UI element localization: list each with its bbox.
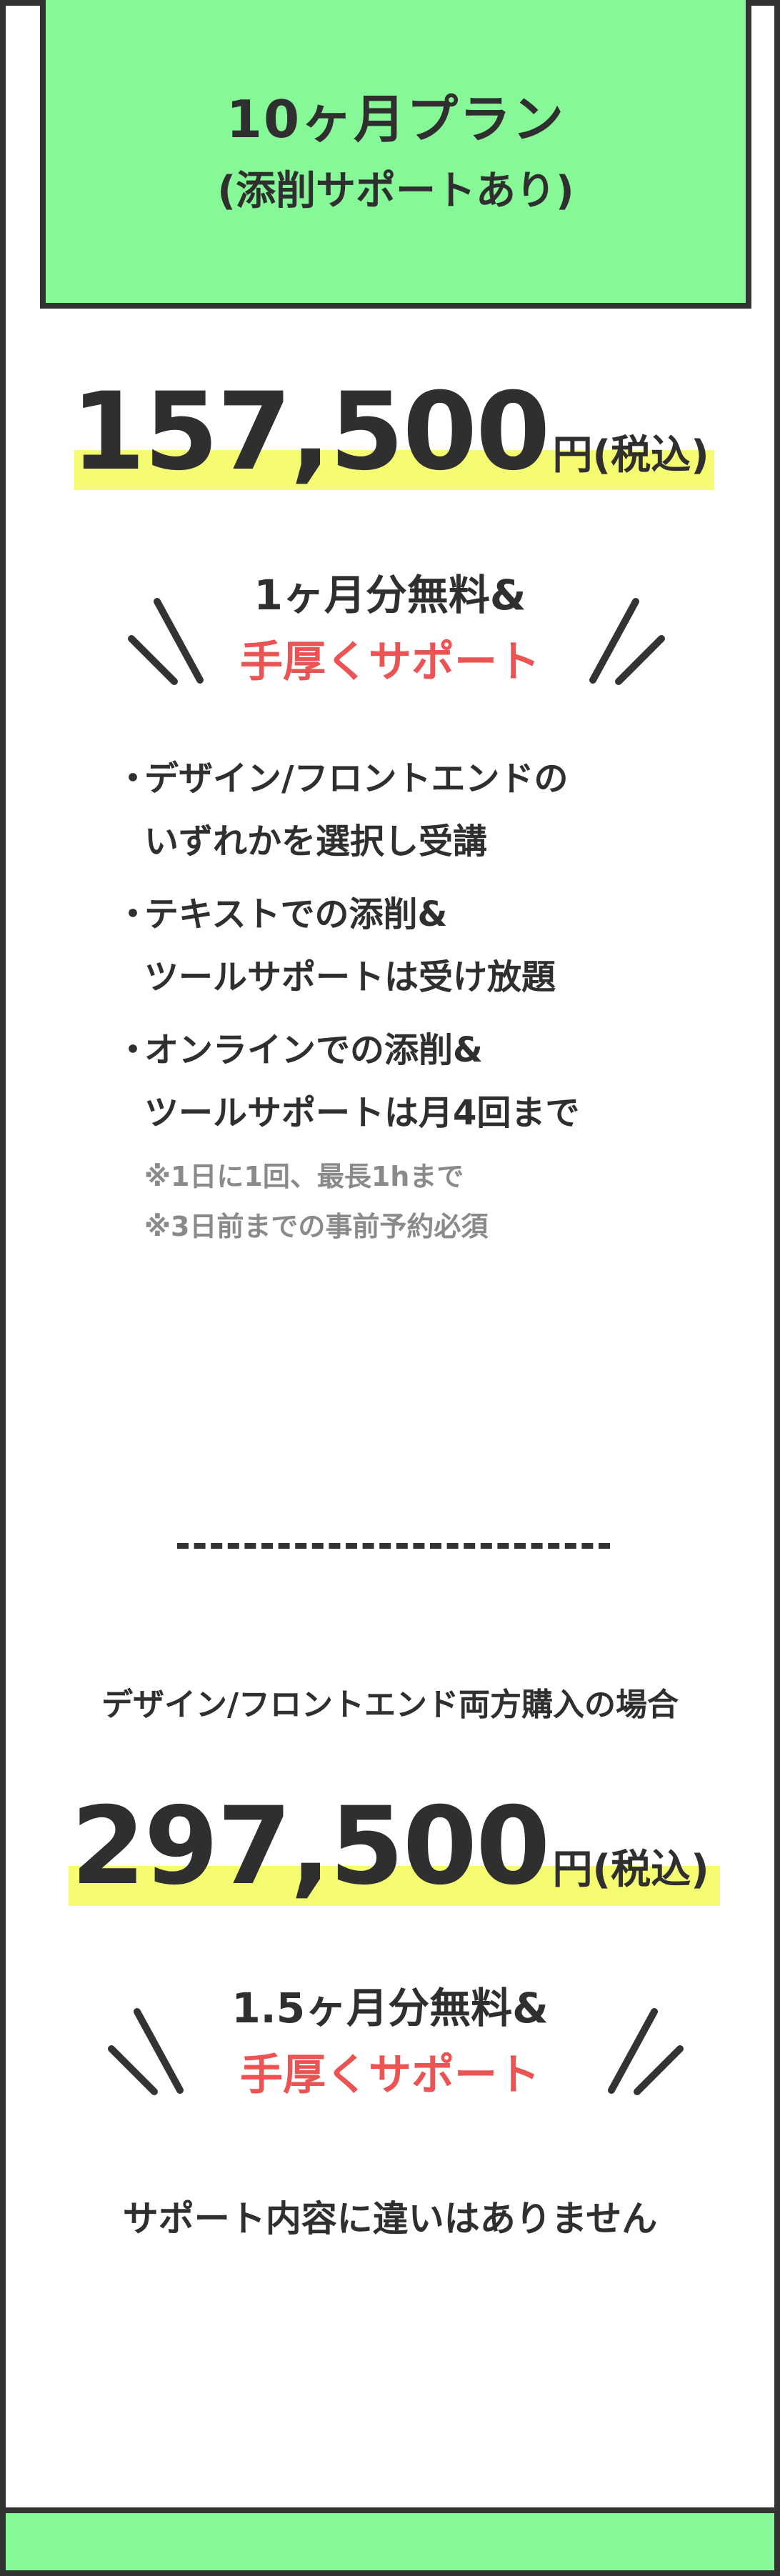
feature-text-2: ツールサポートは受け放題 — [144, 957, 556, 997]
feature-text-1: テキストでの添削& — [144, 894, 448, 934]
bullet: ・ — [116, 759, 151, 799]
note-reservation: ※3日前までの事前予約必須 — [144, 1211, 489, 1242]
price-unit: 円(税込) — [552, 432, 709, 479]
note-daily-limit: ※1日に1回、最長1hまで — [144, 1161, 464, 1192]
feature-text-1: デザイン/フロントエンドの — [144, 759, 569, 799]
bundle-label: デザイン/フロントエンド両方購入の場合 — [101, 1687, 679, 1723]
plan-subtitle: (添削サポートあり) — [217, 168, 574, 214]
feature-list: ・ デザイン/フロントエンドの いずれかを選択し受講 ・ テキストでの添削& ツ… — [110, 747, 724, 1154]
support-note: サポート内容に違いはありません — [122, 2198, 658, 2240]
price-amount: 157,500 — [71, 370, 550, 494]
price-bundle: 297,500 円(税込) — [6, 1784, 774, 1909]
feature-item: ・ デザイン/フロントエンドの いずれかを選択し受講 — [110, 747, 724, 873]
feature-item: ・ オンラインでの添削& ツールサポートは月4回まで — [110, 1019, 724, 1144]
footer-bar — [6, 2507, 774, 2570]
plan-title: 10ヶ月プラン — [226, 89, 566, 149]
bullet: ・ — [116, 894, 151, 934]
feature-item: ・ テキストでの添削& ツールサポートは受け放題 — [110, 883, 724, 1009]
sparkle-left-icon — [128, 598, 204, 685]
feature-text-2: いずれかを選択し受講 — [144, 822, 488, 862]
sparkle-right-icon — [589, 598, 665, 685]
price-amount: 297,500 — [71, 1784, 550, 1909]
price-unit: 円(税込) — [552, 1847, 709, 1893]
price-single: 157,500 円(税込) — [6, 370, 774, 494]
section-divider — [177, 1543, 610, 1549]
bullet: ・ — [116, 1030, 151, 1070]
sparkle-left-icon — [108, 2008, 184, 2095]
plan-header: 10ヶ月プラン (添削サポートあり) — [40, 0, 751, 309]
feature-text-1: オンラインでの添削& — [144, 1030, 483, 1070]
sparkle-right-icon — [608, 2008, 684, 2095]
plan-card: 10ヶ月プラン (添削サポートあり) 157,500 円(税込) 1ヶ月分無料&… — [0, 0, 780, 2576]
feature-text-2: ツールサポートは月4回まで — [144, 1093, 580, 1133]
